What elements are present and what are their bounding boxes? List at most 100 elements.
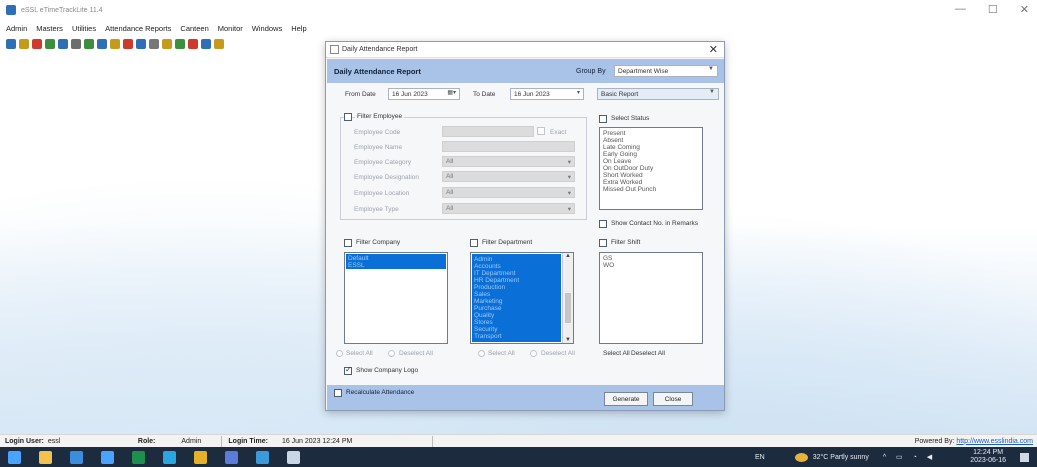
employee-code-field[interactable]	[442, 126, 534, 137]
chart-icon[interactable]	[136, 39, 146, 49]
grid-icon[interactable]	[58, 39, 68, 49]
file-explorer-icon[interactable]	[39, 450, 52, 464]
to-date-picker[interactable]: 16 Jun 2023 ▾	[510, 88, 584, 100]
list-item[interactable]: Security	[471, 326, 573, 333]
report-icon[interactable]	[32, 39, 42, 49]
list-item[interactable]: ESSL	[345, 262, 447, 269]
department-deselect-all[interactable]: Deselect All	[541, 350, 575, 357]
weather-text[interactable]: 32°C Partly sunny	[813, 454, 869, 461]
employee-category-select[interactable]: All ▾	[442, 156, 575, 167]
menu-utilities[interactable]: Utilities	[72, 24, 96, 33]
scroll-up-icon[interactable]: ▲	[563, 253, 573, 259]
menu-help[interactable]: Help	[291, 24, 306, 33]
menu-monitor[interactable]: Monitor	[218, 24, 243, 33]
scroll-down-icon[interactable]: ▼	[563, 337, 573, 343]
import-icon[interactable]	[214, 39, 224, 49]
group-by-select[interactable]: Department Wise ▼	[614, 65, 718, 77]
print-icon[interactable]	[149, 39, 159, 49]
employee-location-select[interactable]: All ▾	[442, 187, 575, 198]
maximize-button[interactable]: ☐	[988, 3, 998, 16]
report-type-select[interactable]: Basic Report ▼	[597, 88, 719, 100]
scroll-thumb[interactable]	[565, 293, 571, 323]
company-deselect-all-radio[interactable]	[388, 350, 395, 357]
exact-checkbox[interactable]	[537, 127, 545, 135]
close-button[interactable]: Close	[653, 392, 693, 406]
users-icon[interactable]	[6, 39, 16, 49]
list-item[interactable]: Missed Out Punch	[600, 186, 702, 193]
list-item[interactable]: Quality	[471, 312, 573, 319]
department-select-all-radio[interactable]	[478, 350, 485, 357]
department-scrollbar[interactable]: ▲ ▼	[562, 253, 573, 343]
shift-list[interactable]: GS WO	[599, 252, 703, 344]
show-company-logo-checkbox[interactable]	[344, 365, 352, 375]
store-icon[interactable]	[70, 450, 83, 464]
list-item[interactable]: On Leave	[600, 158, 702, 165]
key-icon[interactable]	[19, 39, 29, 49]
company-deselect-all[interactable]: Deselect All	[399, 350, 433, 357]
tray-icons[interactable]: ^ ▭ ◔ ◀	[883, 453, 936, 461]
list-item[interactable]: Transport	[471, 333, 573, 340]
app-icon[interactable]	[225, 450, 238, 464]
filter-department-checkbox[interactable]	[470, 239, 478, 247]
list-item[interactable]: Stores	[471, 319, 573, 326]
minimize-button[interactable]: —	[955, 3, 966, 16]
essl-app-icon[interactable]	[287, 450, 300, 464]
list-item[interactable]: Purchase	[471, 305, 573, 312]
document-icon[interactable]	[123, 39, 133, 49]
company-select-all[interactable]: Select All	[346, 350, 373, 357]
employee-type-select[interactable]: All ▾	[442, 203, 575, 214]
menu-masters[interactable]: Masters	[36, 24, 63, 33]
status-list[interactable]: Present Absent Late Coming Early Going On Le…	[599, 127, 703, 210]
list-item[interactable]: IT Department	[471, 270, 573, 277]
shift-select-all[interactable]: Select All	[603, 350, 630, 357]
company-list[interactable]: Default ESSL	[344, 252, 448, 344]
list-item[interactable]: Late Coming	[600, 144, 702, 151]
menu-windows[interactable]: Windows	[252, 24, 282, 33]
excel-icon[interactable]	[132, 450, 145, 464]
department-list[interactable]: Admin Accounts IT Department HR Department P…	[470, 252, 574, 344]
employee-designation-select[interactable]: All ▾	[442, 171, 575, 182]
table-icon[interactable]	[97, 39, 107, 49]
list-item[interactable]: Accounts	[471, 263, 573, 270]
windows-start-icon[interactable]	[8, 450, 21, 464]
menu-admin[interactable]: Admin	[6, 24, 27, 33]
list-item[interactable]: Production	[471, 284, 573, 291]
terminal-icon[interactable]	[256, 450, 269, 464]
list-item[interactable]: WO	[600, 262, 702, 269]
export-icon[interactable]	[201, 39, 211, 49]
settings-icon[interactable]	[162, 39, 172, 49]
lock-icon[interactable]	[45, 39, 55, 49]
mail-icon[interactable]	[101, 450, 114, 464]
list-item[interactable]: Sales	[471, 291, 573, 298]
shift-deselect-all[interactable]: Deselect All	[631, 350, 665, 357]
from-date-picker[interactable]: 16 Jun 2023 ▦▾	[388, 88, 460, 100]
menu-attendance-reports[interactable]: Attendance Reports	[105, 24, 171, 33]
language-indicator[interactable]: EN	[755, 454, 765, 461]
list-item[interactable]: On OutDoor Duty	[600, 165, 702, 172]
department-deselect-all-radio[interactable]	[530, 350, 537, 357]
employee-name-field[interactable]	[442, 141, 575, 152]
company-select-all-radio[interactable]	[336, 350, 343, 357]
list-item[interactable]: Default	[345, 255, 447, 262]
chrome-icon[interactable]	[194, 450, 207, 464]
notification-icon[interactable]	[1020, 452, 1029, 462]
list-item[interactable]: GS	[600, 255, 702, 262]
list-icon[interactable]	[110, 39, 120, 49]
list-item[interactable]: Early Going	[600, 151, 702, 158]
list-item[interactable]: HR Department	[471, 277, 573, 284]
show-contact-checkbox[interactable]	[599, 220, 607, 228]
select-status-checkbox[interactable]	[599, 115, 607, 123]
generate-button[interactable]: Generate	[604, 392, 648, 406]
powered-by-link[interactable]: http://www.esslindia.com	[956, 438, 1033, 445]
list-item[interactable]: Marketing	[471, 298, 573, 305]
menu-canteen[interactable]: Canteen	[180, 24, 208, 33]
dialog-close-icon[interactable]: ✕	[709, 43, 718, 56]
edge-icon[interactable]	[163, 450, 176, 464]
list-item[interactable]: Absent	[600, 137, 702, 144]
list-item[interactable]: Present	[600, 130, 702, 137]
filter-shift-checkbox[interactable]	[599, 239, 607, 247]
clock[interactable]: 12:24 PM 2023-06-16	[970, 449, 1006, 465]
list-item[interactable]: Extra Worked	[600, 179, 702, 186]
filter-company-checkbox[interactable]	[344, 239, 352, 247]
tools-icon[interactable]	[188, 39, 198, 49]
